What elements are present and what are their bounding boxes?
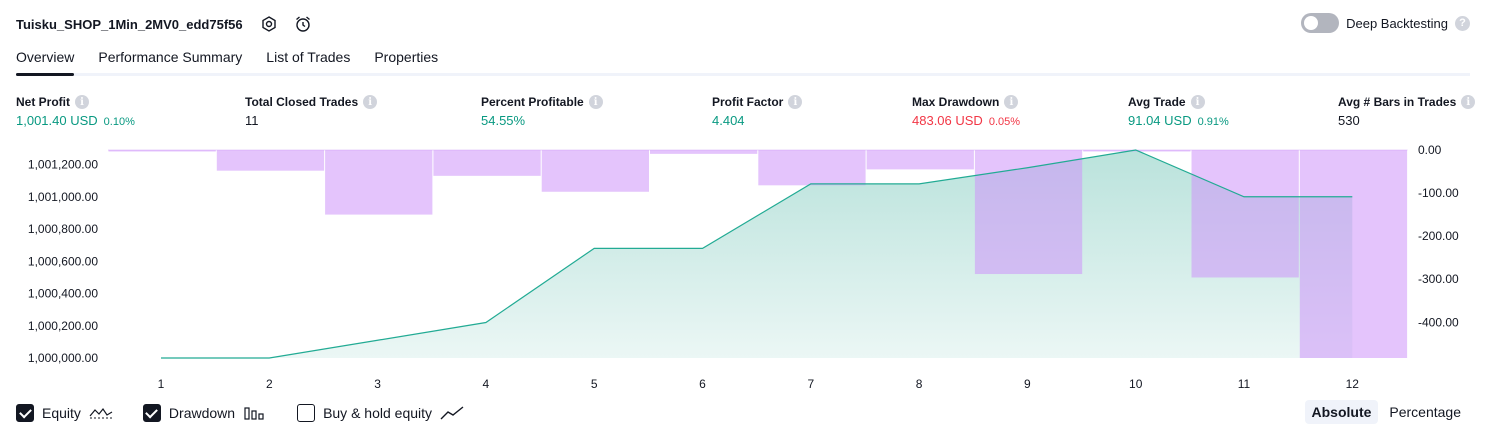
view-mode-switch: Absolute Percentage xyxy=(1304,400,1469,424)
stat-total-closed-trades: Total Closed Trades i 11 xyxy=(245,93,378,128)
stat-label: Avg Trade xyxy=(1128,95,1186,109)
drawdown-bar[interactable] xyxy=(974,150,1083,275)
stat-percent: 0.05% xyxy=(988,116,1021,128)
drawdown-bar[interactable] xyxy=(216,150,325,171)
deep-backtesting-toggle[interactable] xyxy=(1301,13,1340,33)
drawdown-bars-icon xyxy=(244,407,264,420)
stat-value: 1,001.40 USD xyxy=(16,113,98,128)
x-axis-tick-label: 4 xyxy=(483,377,490,391)
stat-label: Total Closed Trades xyxy=(245,95,359,109)
deep-backtesting-control: Deep Backtesting ? xyxy=(1301,13,1470,33)
drawdown-checkbox[interactable] xyxy=(142,404,161,422)
x-axis-tick-label: 11 xyxy=(1238,377,1251,391)
stat-label: Max Drawdown xyxy=(912,95,1000,109)
legend-equity[interactable]: Equity xyxy=(16,404,113,422)
stat-value: 4.404 xyxy=(712,113,745,128)
stat-net-profit: Net Profit i 1,001.40 USD 0.10% xyxy=(16,93,135,128)
stat-value: 530 xyxy=(1338,113,1360,128)
legend-buy-hold[interactable]: Buy & hold equity xyxy=(297,404,464,422)
strategy-header: Tuisku_SHOP_1Min_2MV0_edd75f56 xyxy=(16,12,315,36)
equity-drawdown-chart[interactable]: 1,000,000.00 1,000,200.00 1,000,400.00 1,00… xyxy=(0,138,1486,396)
absolute-button[interactable]: Absolute xyxy=(1304,400,1379,424)
x-axis-tick-label: 9 xyxy=(1024,377,1031,391)
x-axis-tick-label: 8 xyxy=(916,377,923,391)
stat-percent-profitable: Percent Profitable i 54.55% xyxy=(481,93,603,128)
stat-value: 11 xyxy=(245,113,259,128)
x-axis-tick-label: 10 xyxy=(1129,377,1143,391)
drawdown-bar[interactable] xyxy=(1191,150,1299,278)
left-axis-tick-label: 1,001,200.00 xyxy=(28,158,98,172)
buy-hold-checkbox[interactable] xyxy=(297,404,316,422)
x-axis-tick-label: 1 xyxy=(158,377,165,391)
stat-value: 483.06 USD xyxy=(912,113,983,128)
stat-label: Avg # Bars in Trades xyxy=(1338,95,1457,109)
deep-backtesting-label: Deep Backtesting xyxy=(1346,15,1448,31)
info-icon[interactable]: i xyxy=(1004,95,1019,109)
right-axis-tick-label: -200.00 xyxy=(1418,229,1459,243)
info-icon[interactable]: i xyxy=(363,95,378,109)
left-axis-tick-label: 1,000,600.00 xyxy=(28,254,98,268)
equity-wave-icon xyxy=(89,407,113,419)
stat-percent: 0.10% xyxy=(103,116,135,128)
info-icon[interactable]: i xyxy=(1461,95,1476,109)
add-alert-clock-icon[interactable] xyxy=(291,12,315,36)
right-axis-tick-label: -300.00 xyxy=(1418,272,1459,286)
stat-label: Percent Profitable xyxy=(481,95,584,109)
drawdown-bar[interactable] xyxy=(650,150,758,154)
stat-value: 54.55% xyxy=(481,113,526,128)
left-axis-tick-label: 1,000,800.00 xyxy=(28,222,98,236)
drawdown-bar[interactable] xyxy=(433,150,541,176)
tab-properties[interactable]: Properties xyxy=(374,44,438,73)
settings-gear-icon[interactable] xyxy=(257,12,281,36)
strategy-tabs: Overview Performance Summary List of Tra… xyxy=(16,44,1470,76)
drawdown-bar[interactable] xyxy=(866,150,974,170)
info-icon[interactable]: i xyxy=(588,95,603,109)
legend-label: Equity xyxy=(42,405,81,421)
x-axis-tick-label: 12 xyxy=(1346,377,1360,391)
right-axis-tick-label: -100.00 xyxy=(1418,186,1459,200)
legend-label: Drawdown xyxy=(168,405,236,421)
drawdown-bar[interactable] xyxy=(541,150,649,192)
stat-avg-trade: Avg Trade i 91.04 USD 0.91% xyxy=(1128,93,1229,128)
chart-legend: Equity Drawdown Buy & hold equity xyxy=(16,404,464,422)
left-axis-tick-label: 1,000,200.00 xyxy=(28,319,98,333)
stat-label: Profit Factor xyxy=(712,95,784,109)
right-axis-tick-label: -400.00 xyxy=(1418,315,1459,329)
stat-profit-factor: Profit Factor i 4.404 xyxy=(712,93,803,128)
tab-performance-summary[interactable]: Performance Summary xyxy=(98,44,242,73)
x-axis-tick-label: 3 xyxy=(374,377,381,391)
buy-hold-line-icon xyxy=(440,406,464,420)
info-icon[interactable]: i xyxy=(788,95,803,109)
stat-percent: 0.91% xyxy=(1197,116,1229,128)
drawdown-bar[interactable] xyxy=(108,150,216,152)
info-icon[interactable]: i xyxy=(1190,95,1205,109)
strategy-title: Tuisku_SHOP_1Min_2MV0_edd75f56 xyxy=(16,16,243,32)
legend-drawdown[interactable]: Drawdown xyxy=(142,404,267,422)
x-axis-tick-label: 7 xyxy=(807,377,814,391)
stat-avg-bars-in-trades: Avg # Bars in Trades i 530 xyxy=(1338,93,1476,128)
equity-checkbox[interactable] xyxy=(16,404,34,422)
legend-label: Buy & hold equity xyxy=(323,405,433,421)
drawdown-bar[interactable] xyxy=(758,150,866,186)
x-axis-tick-label: 2 xyxy=(266,377,273,391)
stat-label: Net Profit xyxy=(16,95,70,109)
x-axis-tick-label: 5 xyxy=(591,377,598,391)
drawdown-bar[interactable] xyxy=(325,150,433,215)
left-axis-tick-label: 1,001,000.00 xyxy=(28,190,98,204)
stat-max-drawdown: Max Drawdown i 483.06 USD 0.05% xyxy=(912,93,1020,128)
stat-value: 91.04 USD xyxy=(1128,113,1192,128)
percentage-button[interactable]: Percentage xyxy=(1382,400,1468,424)
drawdown-bar[interactable] xyxy=(1299,150,1408,358)
right-axis-tick-label: 0.00 xyxy=(1418,143,1442,157)
tab-overview[interactable]: Overview xyxy=(16,44,75,76)
tab-list-of-trades[interactable]: List of Trades xyxy=(266,44,350,73)
help-question-icon[interactable]: ? xyxy=(1455,15,1470,31)
left-axis-tick-label: 1,000,400.00 xyxy=(28,287,98,301)
x-axis-tick-label: 6 xyxy=(699,377,706,391)
info-icon[interactable]: i xyxy=(75,95,89,109)
left-axis-tick-label: 1,000,000.00 xyxy=(28,351,98,365)
